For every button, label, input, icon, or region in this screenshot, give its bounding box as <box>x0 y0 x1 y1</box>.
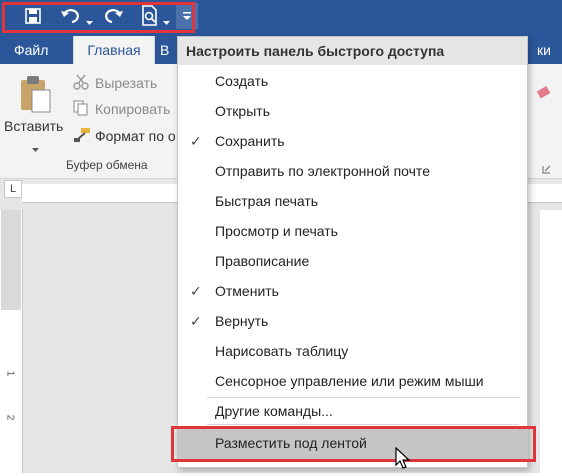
ruler-number: 2 <box>4 414 16 421</box>
qat-highlight-box <box>2 2 195 33</box>
mouse-cursor-icon <box>395 446 411 476</box>
tab-selector[interactable]: L <box>4 180 22 198</box>
checkmark-icon: ✓ <box>190 133 202 149</box>
checkmark-icon: ✓ <box>190 313 202 329</box>
menu-item-new[interactable]: Создать <box>215 73 268 89</box>
ruler-number: 1 <box>4 370 16 377</box>
copy-icon <box>73 100 89 116</box>
menu-item-redo[interactable]: Вернуть <box>215 313 268 329</box>
menu-item-save[interactable]: Сохранить <box>215 133 285 149</box>
page[interactable] <box>540 210 562 473</box>
format-painter-button[interactable]: Формат по о <box>95 128 176 144</box>
show-below-highlight-box <box>171 426 536 462</box>
menu-separator <box>207 397 519 398</box>
menu-item-draw-table[interactable]: Нарисовать таблицу <box>215 343 348 359</box>
cut-button[interactable]: Вырезать <box>95 75 157 91</box>
format-painter-icon <box>73 127 91 143</box>
tab-partial-right[interactable]: ки <box>537 42 551 58</box>
tab-home[interactable]: Главная <box>73 36 155 66</box>
menu-item-print-preview[interactable]: Просмотр и печать <box>215 223 338 239</box>
tab-insert-partial[interactable]: В <box>160 42 169 58</box>
menu-item-touch-mode[interactable]: Сенсорное управление или режим мыши <box>215 373 484 389</box>
checkmark-icon: ✓ <box>190 283 202 299</box>
menu-item-email[interactable]: Отправить по электронной почте <box>215 163 430 179</box>
paste-button[interactable]: Вставить <box>4 118 63 134</box>
scissors-icon <box>73 74 89 90</box>
menu-title: Настроить панель быстрого доступа <box>178 37 527 65</box>
menu-item-undo[interactable]: Отменить <box>215 283 279 299</box>
tab-file[interactable]: Файл <box>14 42 48 58</box>
clipboard-group-label: Буфер обмена <box>66 158 148 172</box>
paste-icon[interactable] <box>18 74 52 114</box>
menu-item-spelling[interactable]: Правописание <box>215 253 309 269</box>
menu-item-open[interactable]: Открыть <box>215 103 270 119</box>
menu-item-more-commands[interactable]: Другие команды... <box>215 403 333 419</box>
menu-item-quick-print[interactable]: Быстрая печать <box>215 193 318 209</box>
copy-button[interactable]: Копировать <box>95 101 170 117</box>
ruler-gray-band <box>1 210 21 310</box>
paste-dropdown-arrow-icon[interactable] <box>32 140 39 158</box>
dialog-launcher-icon[interactable] <box>542 161 551 179</box>
eraser-icon[interactable] <box>536 86 552 100</box>
menu-separator <box>207 424 519 425</box>
